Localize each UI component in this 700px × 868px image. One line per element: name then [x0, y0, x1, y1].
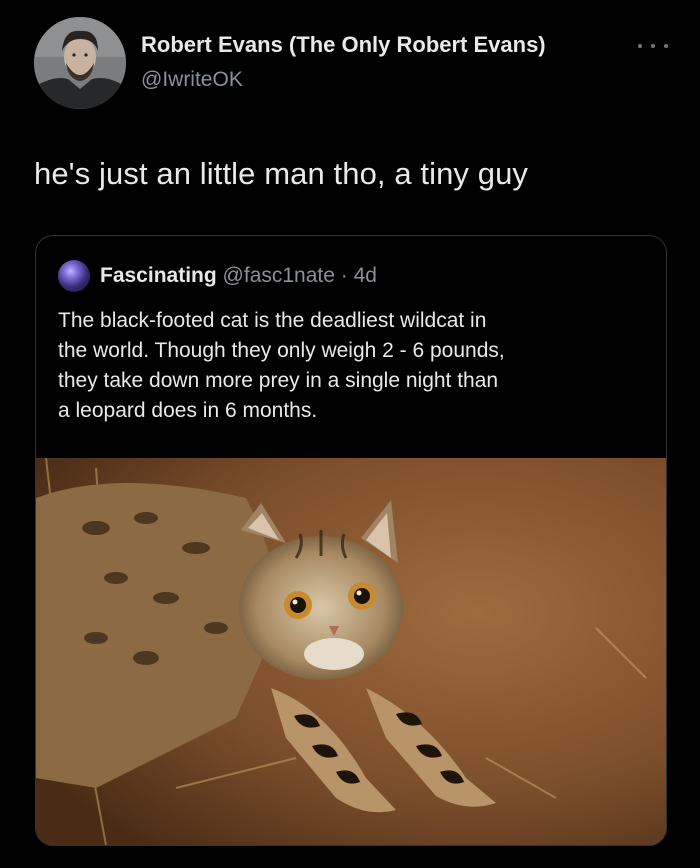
- author-avatar-photo: [34, 17, 126, 109]
- quoted-tweet-text: The black-footed cat is the deadliest wi…: [58, 306, 658, 426]
- author-handle[interactable]: @IwriteOK: [141, 68, 243, 92]
- quoted-tweet-text-line: they take down more prey in a single nig…: [58, 369, 499, 392]
- author-name[interactable]: Robert Evans (The Only Robert Evans): [141, 32, 546, 58]
- tweet: Robert Evans (The Only Robert Evans) @Iw…: [0, 0, 700, 868]
- author-avatar[interactable]: [34, 17, 126, 109]
- quoted-author-avatar[interactable]: [58, 260, 90, 292]
- quoted-tweet-text-line: the world. Though they only weigh 2 - 6 …: [58, 339, 505, 362]
- quoted-author-handle[interactable]: @fasc1nate: [223, 264, 335, 287]
- more-dot: [664, 44, 668, 48]
- more-horizontal-icon[interactable]: [638, 38, 668, 54]
- quoted-tweet-text-line: The black-footed cat is the deadliest wi…: [58, 309, 487, 332]
- quoted-tweet-time[interactable]: 4d: [354, 264, 377, 287]
- more-dot: [651, 44, 655, 48]
- meta-separator: ·: [340, 264, 348, 287]
- tweet-text: he's just an little man tho, a tiny guy: [34, 156, 529, 191]
- quoted-author-name[interactable]: Fascinating: [100, 264, 217, 287]
- quoted-tweet-card[interactable]: Fascinating @fasc1nate · 4d The black-fo…: [35, 235, 667, 846]
- quoted-tweet-header: Fascinating @fasc1nate · 4d: [100, 264, 377, 288]
- quoted-tweet-text-line: a leopard does in 6 months.: [58, 399, 318, 422]
- quoted-tweet-photo[interactable]: [36, 458, 666, 845]
- black-footed-cat-photo: [36, 458, 666, 845]
- more-dot: [638, 44, 642, 48]
